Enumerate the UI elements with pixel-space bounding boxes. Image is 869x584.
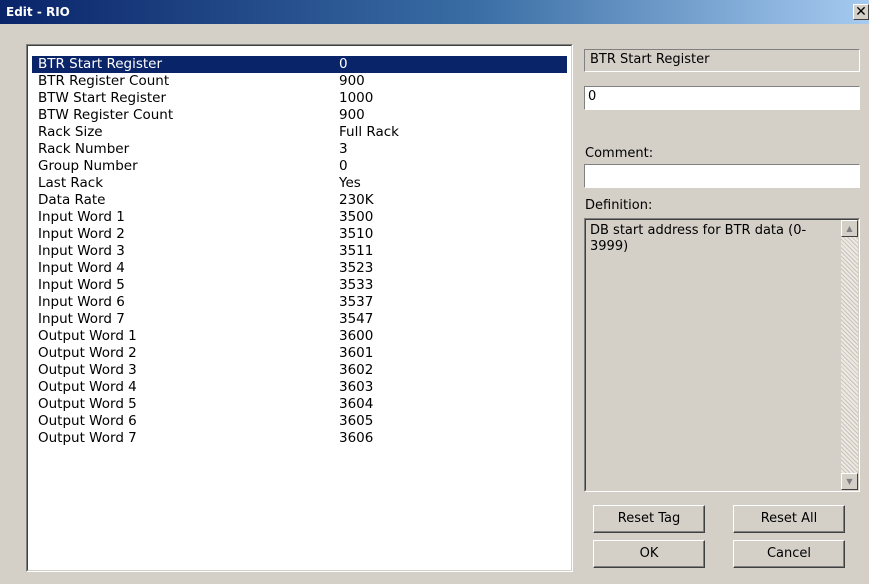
- ok-button[interactable]: OK: [593, 540, 705, 568]
- property-row[interactable]: Output Word 3 3602: [32, 362, 567, 379]
- reset-all-button[interactable]: Reset All: [733, 505, 845, 533]
- property-row[interactable]: Rack Size Full Rack: [32, 124, 567, 141]
- scroll-up-arrow-icon[interactable]: ▲: [841, 220, 858, 237]
- property-value: 3537: [339, 294, 374, 310]
- property-list-body: BTR Start Register 0 BTR Register Count 900…: [27, 45, 572, 571]
- property-value: 900: [339, 107, 365, 123]
- property-value: 3601: [339, 345, 374, 361]
- ok-label: OK: [639, 546, 659, 561]
- comment-label: Comment:: [585, 146, 654, 161]
- property-row[interactable]: Last Rack Yes: [32, 175, 567, 192]
- property-value: 1000: [339, 90, 374, 106]
- property-value: 230K: [339, 192, 374, 208]
- reset-tag-label: Reset Tag: [617, 511, 681, 526]
- property-value: 3603: [339, 379, 374, 395]
- property-value: 3510: [339, 226, 374, 242]
- property-name: BTW Register Count: [38, 107, 174, 123]
- property-row[interactable]: Output Word 5 3604: [32, 396, 567, 413]
- property-row[interactable]: Input Word 2 3510: [32, 226, 567, 243]
- property-list[interactable]: BTR Start Register 0 BTR Register Count 900…: [26, 44, 573, 572]
- property-value: 3604: [339, 396, 374, 412]
- cancel-label: Cancel: [766, 546, 812, 561]
- property-name: Output Word 2: [38, 345, 137, 361]
- property-value: Full Rack: [339, 124, 399, 140]
- property-value: 3500: [339, 209, 374, 225]
- property-row[interactable]: Rack Number 3: [32, 141, 567, 158]
- window-title: Edit - RIO: [6, 5, 70, 19]
- property-name: Output Word 5: [38, 396, 137, 412]
- reset-all-label: Reset All: [760, 511, 818, 526]
- property-row[interactable]: BTR Register Count 900: [32, 73, 567, 90]
- property-row[interactable]: Input Word 3 3511: [32, 243, 567, 260]
- close-icon: ✕: [855, 4, 867, 20]
- property-name: Input Word 7: [38, 311, 125, 327]
- property-name: Output Word 7: [38, 430, 137, 446]
- property-value: 3511: [339, 243, 374, 259]
- property-name: BTR Register Count: [38, 73, 170, 89]
- property-value: 3: [339, 141, 348, 157]
- property-row[interactable]: Output Word 7 3606: [32, 430, 567, 447]
- definition-label: Definition:: [585, 198, 653, 213]
- property-row[interactable]: Output Word 1 3600: [32, 328, 567, 345]
- property-row[interactable]: Input Word 4 3523: [32, 260, 567, 277]
- property-row[interactable]: BTR Start Register 0: [32, 56, 567, 73]
- comment-input[interactable]: [584, 164, 860, 188]
- property-value: Yes: [339, 175, 361, 191]
- property-row[interactable]: Input Word 1 3500: [32, 209, 567, 226]
- value-input-text: 0: [588, 89, 597, 104]
- reset-tag-button[interactable]: Reset Tag: [593, 505, 705, 533]
- property-row[interactable]: Input Word 7 3547: [32, 311, 567, 328]
- property-row[interactable]: Data Rate 230K: [32, 192, 567, 209]
- property-row[interactable]: BTW Start Register 1000: [32, 90, 567, 107]
- property-name: Output Word 3: [38, 362, 137, 378]
- cancel-button[interactable]: Cancel: [733, 540, 845, 568]
- property-name: Data Rate: [38, 192, 106, 208]
- property-row[interactable]: Output Word 4 3603: [32, 379, 567, 396]
- property-name: Input Word 4: [38, 260, 125, 276]
- property-name: Input Word 5: [38, 277, 125, 293]
- property-value: 3602: [339, 362, 374, 378]
- property-name: Input Word 1: [38, 209, 125, 225]
- property-name: Group Number: [38, 158, 138, 174]
- definition-box: DB start address for BTR data (0-3999) ▲…: [584, 218, 860, 492]
- property-value: 3533: [339, 277, 374, 293]
- value-input[interactable]: 0: [584, 86, 860, 110]
- property-row[interactable]: Output Word 6 3605: [32, 413, 567, 430]
- property-value: 3547: [339, 311, 374, 327]
- scroll-down-arrow-icon[interactable]: ▼: [841, 473, 858, 490]
- property-value: 3605: [339, 413, 374, 429]
- property-row[interactable]: Input Word 5 3533: [32, 277, 567, 294]
- property-name: Input Word 6: [38, 294, 125, 310]
- selected-field-name: BTR Start Register: [584, 49, 860, 72]
- property-name: BTW Start Register: [38, 90, 166, 106]
- property-row[interactable]: Group Number 0: [32, 158, 567, 175]
- property-value: 3600: [339, 328, 374, 344]
- property-value: 3523: [339, 260, 374, 276]
- definition-scrollbar[interactable]: ▲ ▼: [841, 220, 858, 490]
- property-name: Output Word 1: [38, 328, 137, 344]
- definition-text: DB start address for BTR data (0-3999): [590, 223, 807, 254]
- property-name: Output Word 6: [38, 413, 137, 429]
- property-name: Input Word 2: [38, 226, 125, 242]
- property-name: BTR Start Register: [38, 56, 163, 72]
- property-name: Last Rack: [38, 175, 104, 191]
- title-bar: Edit - RIO ✕: [0, 0, 869, 24]
- close-button[interactable]: ✕: [853, 4, 869, 20]
- property-row[interactable]: Output Word 2 3601: [32, 345, 567, 362]
- property-value: 900: [339, 73, 365, 89]
- property-name: Input Word 3: [38, 243, 125, 259]
- property-value: 0: [339, 56, 348, 72]
- property-name: Rack Number: [38, 141, 130, 157]
- property-name: Output Word 4: [38, 379, 137, 395]
- property-value: 3606: [339, 430, 374, 446]
- property-value: 0: [339, 158, 348, 174]
- property-name: Rack Size: [38, 124, 103, 140]
- property-row[interactable]: BTW Register Count 900: [32, 107, 567, 124]
- property-row[interactable]: Input Word 6 3537: [32, 294, 567, 311]
